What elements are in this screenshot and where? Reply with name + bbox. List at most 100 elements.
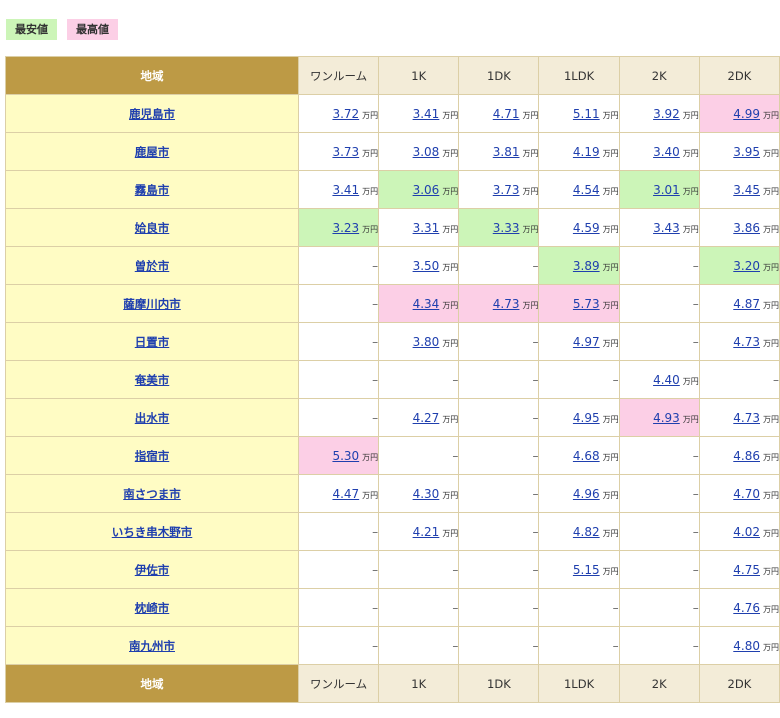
region-link[interactable]: 薩摩川内市	[123, 297, 181, 311]
price-link[interactable]: 5.73	[573, 297, 600, 311]
price-link[interactable]: 3.95	[733, 145, 760, 159]
price-link[interactable]: 4.73	[733, 335, 760, 349]
price-link[interactable]: 5.15	[573, 563, 600, 577]
price-link[interactable]: 3.06	[413, 183, 440, 197]
price-link[interactable]: 4.76	[733, 601, 760, 615]
price-link[interactable]: 4.40	[653, 373, 680, 387]
price-link[interactable]: 3.86	[733, 221, 760, 235]
price-link[interactable]: 5.30	[332, 449, 359, 463]
price-link[interactable]: 4.95	[573, 411, 600, 425]
price-link[interactable]: 3.23	[332, 221, 359, 235]
price-link[interactable]: 3.08	[413, 145, 440, 159]
price-cell: –	[378, 360, 460, 399]
region-link[interactable]: 指宿市	[135, 449, 170, 463]
region-link[interactable]: 奄美市	[135, 373, 170, 387]
region-link[interactable]: 南さつま市	[123, 487, 181, 501]
price-unit: 万円	[682, 376, 699, 386]
no-data-dash: –	[532, 334, 539, 349]
price-unit: 万円	[763, 642, 779, 652]
price-link[interactable]: 4.70	[733, 487, 760, 501]
price-cell: 5.11 万円	[538, 94, 620, 133]
footer-col-1ldk: 1LDK	[538, 664, 620, 703]
price-link[interactable]: 3.41	[413, 107, 440, 121]
price-link[interactable]: 3.81	[493, 145, 520, 159]
price-link[interactable]: 4.27	[413, 411, 440, 425]
price-link[interactable]: 4.99	[733, 107, 760, 121]
price-link[interactable]: 4.97	[573, 335, 600, 349]
price-link[interactable]: 3.43	[653, 221, 680, 235]
region-cell: 曽於市	[5, 246, 299, 285]
price-cell: 4.86 万円	[698, 436, 780, 475]
price-link[interactable]: 4.59	[573, 221, 600, 235]
price-link[interactable]: 4.86	[733, 449, 760, 463]
price-cell: –	[458, 512, 540, 551]
price-link[interactable]: 4.75	[733, 563, 760, 577]
price-link[interactable]: 3.92	[653, 107, 680, 121]
price-link[interactable]: 3.73	[332, 145, 359, 159]
price-unit: 万円	[602, 490, 619, 500]
price-link[interactable]: 4.93	[653, 411, 680, 425]
price-link[interactable]: 3.40	[653, 145, 680, 159]
price-unit: 万円	[602, 262, 619, 272]
region-link[interactable]: 鹿屋市	[135, 145, 170, 159]
price-link[interactable]: 4.34	[413, 297, 440, 311]
price-link[interactable]: 5.11	[573, 107, 600, 121]
no-data-dash: –	[452, 372, 459, 387]
price-link[interactable]: 3.01	[653, 183, 680, 197]
region-link[interactable]: 姶良市	[135, 221, 170, 235]
price-link[interactable]: 4.30	[413, 487, 440, 501]
price-unit: 万円	[763, 414, 779, 424]
price-unit: 万円	[442, 148, 459, 158]
no-data-dash: –	[372, 334, 379, 349]
price-link[interactable]: 4.54	[573, 183, 600, 197]
price-link[interactable]: 4.68	[573, 449, 600, 463]
region-link[interactable]: いちき串木野市	[112, 525, 193, 539]
table-body: 鹿児島市 3.72 万円 3.41 万円 4.71 万円 5.11 万円 3.92 万円 4.99 万円…	[5, 94, 780, 665]
price-link[interactable]: 4.73	[493, 297, 520, 311]
region-link[interactable]: 出水市	[135, 411, 170, 425]
no-data-dash: –	[692, 296, 699, 311]
price-link[interactable]: 3.72	[332, 107, 359, 121]
region-link[interactable]: 鹿児島市	[129, 107, 175, 121]
price-link[interactable]: 4.19	[573, 145, 600, 159]
rent-price-table: 地域 ワンルーム 1K 1DK 1LDK 2K 2DK 鹿児島市 3.72 万円 3.…	[5, 56, 780, 703]
price-link[interactable]: 4.71	[493, 107, 520, 121]
price-link[interactable]: 4.87	[733, 297, 760, 311]
no-data-dash: –	[532, 562, 539, 577]
price-link[interactable]: 4.47	[332, 487, 359, 501]
table-row: 枕崎市 – – – – –4.76 万円	[5, 588, 780, 627]
region-link[interactable]: 枕崎市	[135, 601, 170, 615]
price-cell: 3.06 万円	[378, 170, 460, 209]
price-link[interactable]: 3.73	[493, 183, 520, 197]
region-link[interactable]: 日置市	[135, 335, 170, 349]
price-link[interactable]: 4.96	[573, 487, 600, 501]
price-link[interactable]: 3.80	[413, 335, 440, 349]
price-link[interactable]: 4.80	[733, 639, 760, 653]
price-cell: 4.73 万円	[698, 322, 780, 361]
price-cell: 3.40 万円	[618, 132, 700, 171]
price-link[interactable]: 3.41	[332, 183, 359, 197]
region-link[interactable]: 南九州市	[129, 639, 175, 653]
price-link[interactable]: 3.33	[493, 221, 520, 235]
price-cell: –	[618, 436, 700, 475]
price-link[interactable]: 3.20	[733, 259, 760, 273]
region-cell: 南さつま市	[5, 474, 299, 513]
region-link[interactable]: 霧島市	[135, 183, 170, 197]
price-link[interactable]: 3.31	[413, 221, 440, 235]
price-cell: –	[378, 588, 460, 627]
price-cell: –	[297, 360, 380, 399]
region-link[interactable]: 伊佐市	[135, 563, 170, 577]
no-data-dash: –	[532, 524, 539, 539]
region-link[interactable]: 曽於市	[135, 259, 170, 273]
price-link[interactable]: 4.82	[573, 525, 600, 539]
price-link[interactable]: 3.89	[573, 259, 600, 273]
price-unit: 万円	[602, 566, 619, 576]
price-cell: 3.73 万円	[297, 132, 380, 171]
price-unit: 万円	[763, 224, 779, 234]
price-link[interactable]: 4.73	[733, 411, 760, 425]
price-link[interactable]: 3.45	[733, 183, 760, 197]
price-link[interactable]: 4.21	[413, 525, 440, 539]
price-link[interactable]: 3.50	[413, 259, 440, 273]
no-data-dash: –	[372, 410, 379, 425]
price-link[interactable]: 4.02	[733, 525, 760, 539]
